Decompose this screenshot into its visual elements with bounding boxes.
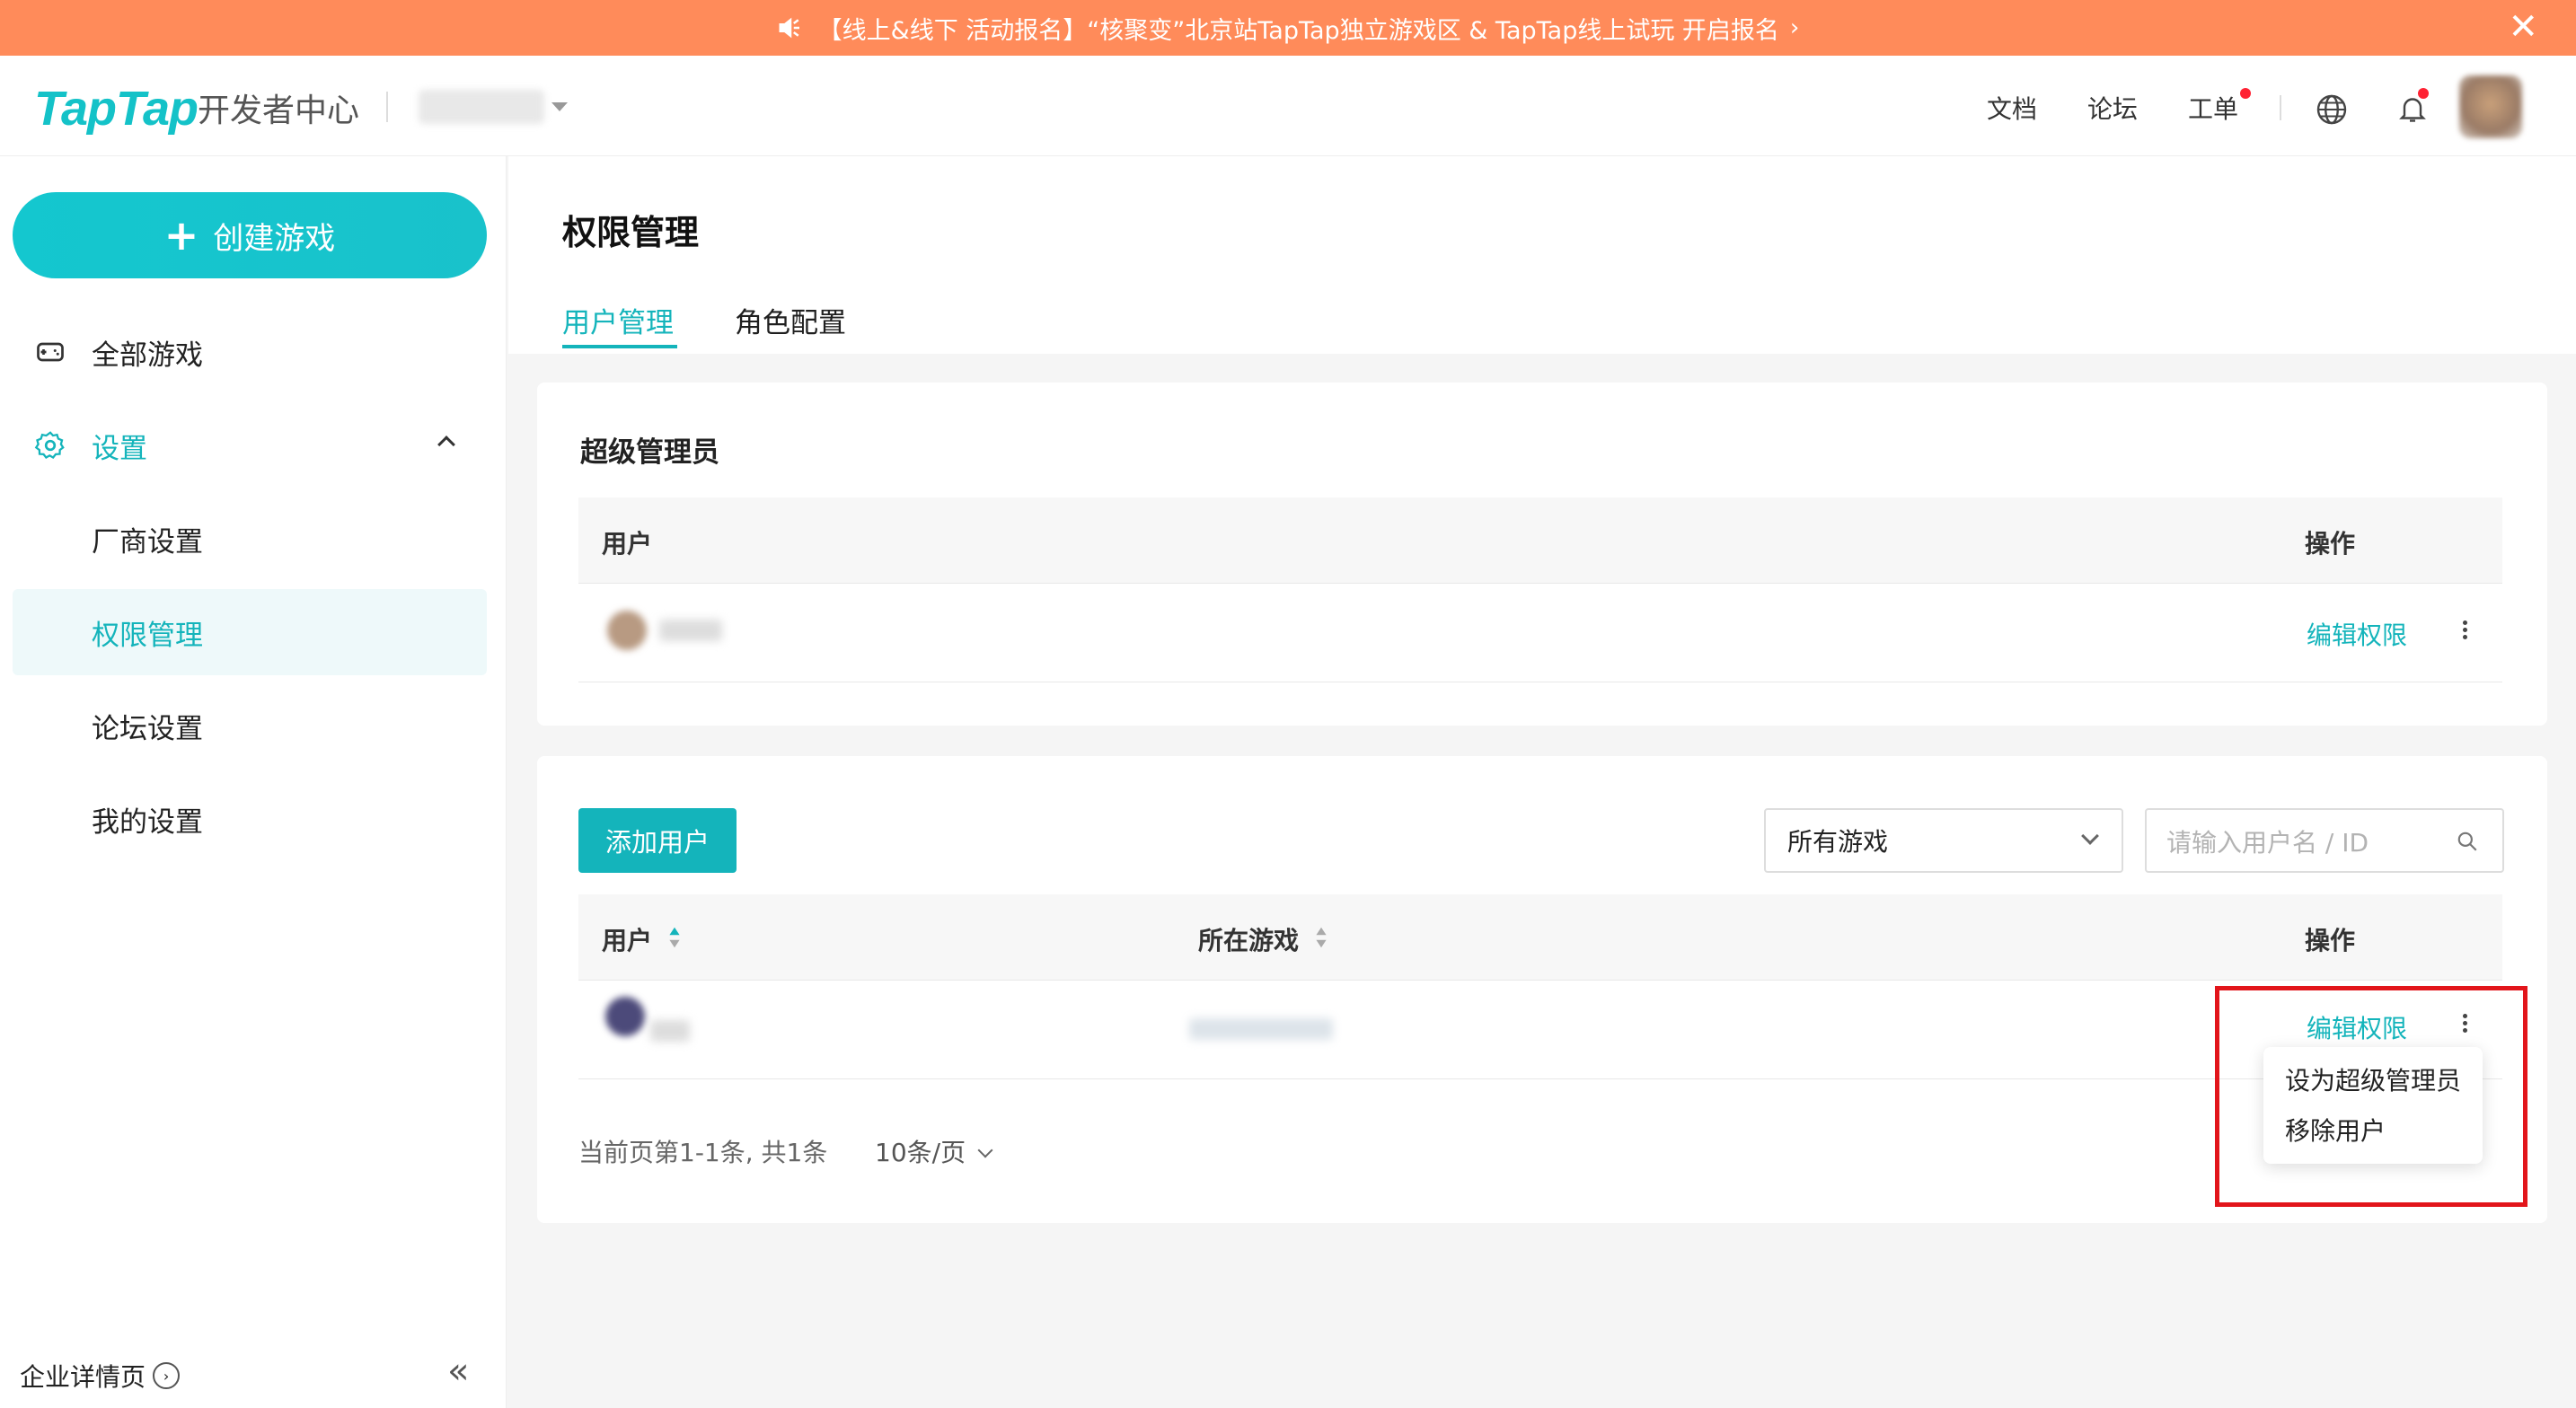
notification-dot bbox=[2240, 88, 2251, 99]
create-game-label: 创建游戏 bbox=[213, 220, 336, 257]
gear-icon bbox=[34, 431, 65, 459]
top-navbar: TapTap 开发者中心 文档 论坛 工单 bbox=[0, 56, 2576, 156]
chevron-up-icon bbox=[437, 436, 455, 453]
sidebar-item-label: 全部游戏 bbox=[92, 339, 203, 372]
page-title: 权限管理 bbox=[562, 213, 700, 252]
highlight-box bbox=[2215, 986, 2527, 1207]
sort-icon[interactable] bbox=[1315, 925, 1328, 950]
column-header-user[interactable]: 用户 bbox=[602, 921, 652, 957]
plus-icon: + bbox=[163, 211, 199, 260]
taptap-logo[interactable]: TapTap bbox=[34, 81, 198, 136]
sidebar-item-permissions[interactable]: 权限管理 bbox=[13, 589, 487, 675]
arrow-circle-icon: › bbox=[153, 1362, 181, 1389]
table-row: 编辑权限 bbox=[578, 584, 2502, 682]
column-header-user: 用户 bbox=[602, 529, 653, 559]
super-admin-title: 超级管理员 bbox=[580, 436, 719, 469]
sidebar-item-settings[interactable]: 设置 bbox=[13, 402, 487, 488]
sort-icon[interactable] bbox=[668, 925, 681, 950]
game-filter-select[interactable]: 所有游戏 bbox=[1764, 808, 2123, 873]
forum-link[interactable]: 论坛 bbox=[2087, 90, 2138, 126]
notification-dot bbox=[2418, 88, 2429, 99]
avatar bbox=[605, 997, 645, 1036]
company-details-link[interactable]: 企业详情页 › bbox=[20, 1358, 181, 1394]
company-details-label: 企业详情页 bbox=[20, 1362, 146, 1392]
game-name bbox=[1189, 1018, 1333, 1040]
page-header: 权限管理 用户管理 角色配置 bbox=[508, 156, 2576, 354]
sidebar: + 创建游戏 全部游戏 设置 厂商设置 权限管理 论坛设置 我的设置 企业详情页… bbox=[0, 156, 507, 1408]
sidebar-item-my-settings[interactable]: 我的设置 bbox=[13, 776, 487, 862]
create-game-button[interactable]: + 创建游戏 bbox=[13, 192, 487, 278]
table-header: 用户 所在游戏 操作 bbox=[578, 894, 2502, 981]
sidebar-item-forum-settings[interactable]: 论坛设置 bbox=[13, 682, 487, 769]
sidebar-item-label: 厂商设置 bbox=[92, 525, 203, 559]
username bbox=[659, 620, 722, 641]
sidebar-item-label: 论坛设置 bbox=[92, 712, 203, 745]
more-options-icon[interactable] bbox=[2463, 618, 2468, 642]
globe-icon[interactable] bbox=[2316, 93, 2348, 126]
column-header-action: 操作 bbox=[2305, 529, 2356, 559]
sidebar-item-label: 权限管理 bbox=[92, 619, 203, 652]
docs-link[interactable]: 文档 bbox=[1987, 90, 2037, 126]
tab-user-management[interactable]: 用户管理 bbox=[562, 300, 674, 340]
user-avatar[interactable] bbox=[2459, 75, 2522, 138]
chevron-down-icon bbox=[977, 1142, 993, 1158]
divider bbox=[386, 92, 388, 122]
active-tab-indicator bbox=[562, 345, 677, 348]
team-selector[interactable] bbox=[419, 90, 544, 124]
megaphone-icon bbox=[779, 17, 799, 39]
announcement-banner[interactable]: 【线上&线下 活动报名】“核聚变”北京站TapTap独立游戏区 & TapTap… bbox=[0, 0, 2576, 56]
search-icon[interactable] bbox=[2456, 830, 2479, 853]
page-size-value: 10条/页 bbox=[875, 1138, 966, 1167]
collapse-sidebar-icon[interactable]: « bbox=[447, 1351, 469, 1392]
column-header-game[interactable]: 所在游戏 bbox=[1198, 921, 1299, 957]
add-user-button[interactable]: 添加用户 bbox=[578, 808, 737, 873]
caret-down-icon[interactable] bbox=[551, 102, 568, 111]
sidebar-item-label: 我的设置 bbox=[92, 805, 203, 839]
sidebar-item-vendor-settings[interactable]: 厂商设置 bbox=[13, 496, 487, 582]
column-header-action: 操作 bbox=[2305, 926, 2356, 955]
table-row: 编辑权限 bbox=[578, 981, 2502, 1079]
user-search[interactable] bbox=[2145, 808, 2504, 873]
page-size-select[interactable]: 10条/页 bbox=[875, 1133, 993, 1169]
tab-role-config[interactable]: 角色配置 bbox=[735, 300, 846, 340]
close-icon[interactable]: ✕ bbox=[2508, 9, 2538, 45]
banner-arrow-icon: › bbox=[1789, 14, 1800, 41]
divider bbox=[2280, 95, 2281, 120]
tickets-link[interactable]: 工单 bbox=[2188, 90, 2238, 126]
developer-center-label: 开发者中心 bbox=[198, 92, 360, 129]
table-header: 用户 操作 bbox=[578, 497, 2502, 584]
banner-text[interactable]: 【线上&线下 活动报名】“核聚变”北京站TapTap独立游戏区 & TapTap… bbox=[818, 11, 1779, 46]
game-filter-value: 所有游戏 bbox=[1787, 827, 1889, 857]
gamepad-icon bbox=[37, 342, 64, 362]
avatar bbox=[607, 611, 647, 650]
super-admin-card: 超级管理员 用户 操作 编辑权限 bbox=[537, 383, 2547, 726]
username bbox=[650, 1020, 690, 1042]
search-input[interactable] bbox=[2166, 826, 2454, 858]
sidebar-item-all-games[interactable]: 全部游戏 bbox=[13, 309, 487, 395]
pagination-summary: 当前页第1-1条, 共1条 bbox=[578, 1138, 828, 1167]
chevron-down-icon bbox=[2081, 827, 2099, 845]
sidebar-item-label: 设置 bbox=[92, 432, 147, 465]
edit-permissions-link[interactable]: 编辑权限 bbox=[2307, 616, 2407, 652]
